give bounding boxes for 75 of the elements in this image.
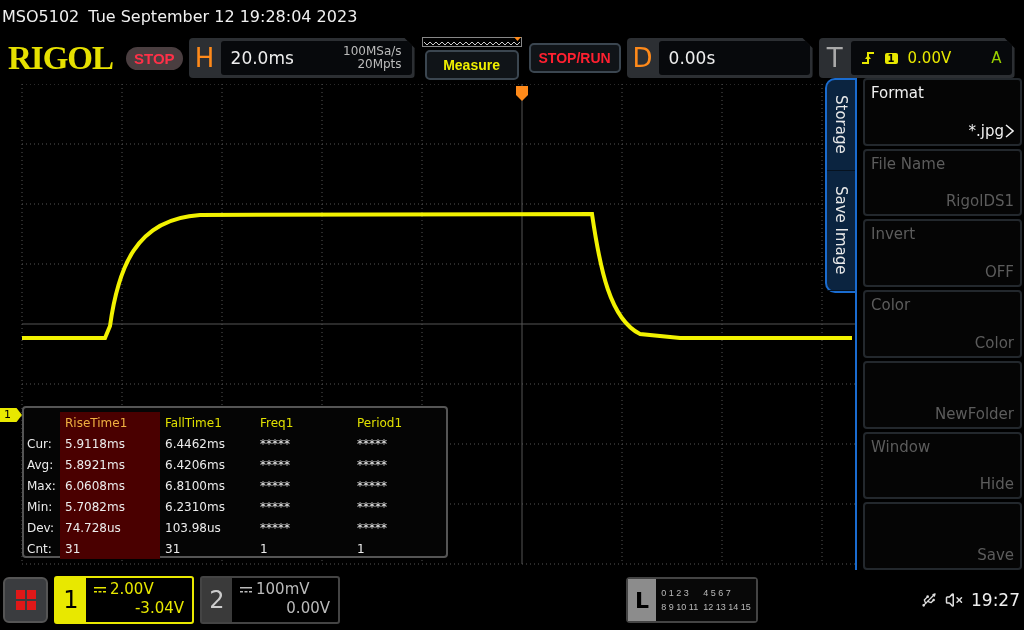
row-label: Cnt: [26, 540, 53, 558]
model-name: MSO5102 [2, 6, 80, 26]
horizontal-panel[interactable]: H 20.0ms 100MSa/s 20Mpts [188, 38, 415, 78]
speaker-muted-icon[interactable] [945, 591, 963, 609]
menu-item[interactable]: Format *.jpg [863, 78, 1022, 146]
table-cell-text: ***** [356, 477, 388, 495]
column-header[interactable]: Freq1 [255, 412, 352, 433]
table-cell-text: 6.4462ms [164, 435, 226, 453]
table-cell-text: ***** [356, 456, 388, 474]
trigger-panel[interactable]: T 1 0.00V A [818, 38, 1015, 78]
row-label: Max: [26, 477, 57, 495]
delay-panel[interactable]: D 0.00s [626, 38, 813, 78]
table-cell-text: 31 [164, 540, 182, 558]
date-time: Tue September 12 19:28:04 2023 [88, 6, 358, 26]
channel-panel[interactable]: 1 2.00V -3.04V [54, 576, 194, 624]
table-cell-text: ***** [356, 519, 388, 537]
timebase-value: 20.0ms [230, 48, 294, 68]
memory-depth: 20Mpts [357, 58, 402, 71]
vertical-offset: -3.04V [134, 599, 184, 618]
dc-coupling-icon [94, 586, 106, 593]
measure-button[interactable]: Measure [424, 49, 519, 80]
vertical-offset: 0.00V [286, 599, 330, 618]
column-header[interactable]: Period1 [352, 412, 446, 433]
sample-rate: 100MSa/s [343, 45, 402, 58]
run-state-indicator: STOP [126, 46, 183, 70]
table-cell: 5.9118ms [60, 433, 160, 454]
digital-channel-numbers: 0 1 2 3 [661, 588, 690, 598]
vertical-scale: 2.00V [110, 580, 154, 599]
row-label: Min: [26, 498, 54, 516]
row-label: Avg: [26, 456, 55, 474]
logic-panel[interactable]: L 0 1 2 3 4 5 6 7 8 9 10 11 12 13 14 15 [626, 577, 758, 623]
column-header[interactable]: RiseTime1 [60, 412, 160, 433]
vertical-scale: 100mV [256, 580, 310, 599]
table-cell-text: 103.98us [164, 519, 222, 537]
rising-edge-icon [860, 51, 875, 65]
table-cell: 31 [60, 538, 160, 559]
row-label: Cur: [26, 435, 53, 453]
dc-coupling-icon [240, 586, 252, 593]
table-cell-text: 1 [259, 540, 269, 558]
table-cell-text: 1 [356, 540, 366, 558]
table-cell: 5.7082ms [60, 496, 160, 517]
digital-channel-numbers: 8 9 10 11 [661, 602, 699, 612]
stop-run-button[interactable]: STOP/RUN [528, 43, 621, 73]
grid-icon [14, 589, 37, 611]
channel-number: 1 [56, 578, 86, 622]
row-label: Dev: [26, 519, 56, 537]
logic-label: L [628, 579, 656, 621]
table-cell-text: ***** [259, 477, 291, 495]
digital-channel-numbers: 12 13 14 15 [703, 602, 751, 612]
table-cell: 6.0608ms [60, 475, 160, 496]
column-header[interactable]: FallTime1 [160, 412, 255, 433]
trigger-level: 0.00V [907, 49, 952, 67]
trigger-source: 1 [884, 52, 898, 64]
brand-logo: RIGOL [8, 39, 115, 77]
table-cell-text: ***** [259, 435, 291, 453]
table-cell-text: 6.4206ms [164, 456, 226, 474]
chevron-right-icon [1005, 123, 1014, 138]
table-cell-text: ***** [259, 519, 291, 537]
trigger-mode: A [991, 49, 1002, 67]
digital-channel-numbers: 4 5 6 7 [703, 588, 732, 598]
table-cell-text: ***** [356, 498, 388, 516]
trigger-position-marker-icon[interactable] [516, 86, 528, 101]
channel-panel[interactable]: 2 100mV 0.00V [200, 576, 340, 624]
clock: 19:27 [971, 590, 1020, 610]
table-cell-text: ***** [259, 498, 291, 516]
table-cell: 74.728us [60, 517, 160, 538]
table-cell-text: ***** [259, 456, 291, 474]
table-cell: 5.8921ms [60, 454, 160, 475]
table-cell-text: ***** [356, 435, 388, 453]
delay-value: 0.00s [668, 48, 716, 68]
table-cell-text: 6.8100ms [164, 477, 226, 495]
channel-marker[interactable]: 1 [0, 408, 22, 422]
usb-icon [921, 592, 937, 608]
table-cell-text: 6.2310ms [164, 498, 226, 516]
channel-number: 2 [202, 578, 232, 622]
